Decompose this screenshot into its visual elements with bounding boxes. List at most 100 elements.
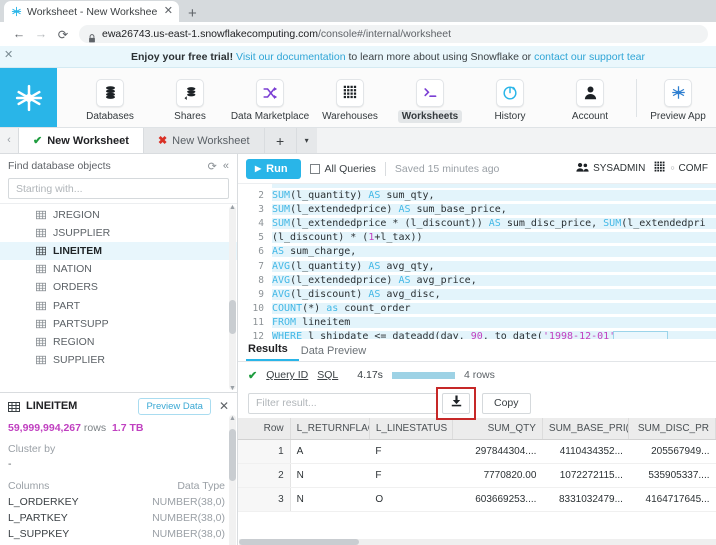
tok: AS [398, 274, 411, 286]
col-l-returnflag[interactable]: L_RETURNFLAG [290, 418, 370, 440]
add-worksheet-button[interactable]: + [264, 128, 297, 153]
nav-label: Data Marketplace [230, 110, 310, 122]
nav-item-worksheets[interactable]: Worksheets [390, 73, 470, 123]
detail-table-name: LINEITEM [26, 400, 78, 412]
tree-item-lineitem[interactable]: LINEITEM [0, 242, 237, 261]
tok: sum_disc_price, [500, 217, 604, 229]
col-sum-base-price[interactable]: SUM_BASE_PRI( [542, 418, 630, 440]
run-button[interactable]: ▶ Run [246, 158, 301, 179]
editor-scrolled-line-stub [272, 184, 716, 188]
nav-item-history[interactable]: History [470, 73, 550, 123]
tree-scroll-down-icon[interactable]: ▼ [228, 385, 237, 392]
cell-row-number: 3 [238, 487, 291, 512]
snowflake-logo[interactable] [0, 68, 57, 127]
new-tab-button[interactable]: + [179, 6, 206, 22]
tab-data-preview[interactable]: Data Preview [299, 345, 375, 361]
line-code: AVG(l_extendedprice) AS avg_price, [272, 274, 716, 286]
nav-item-account[interactable]: Account [550, 73, 630, 123]
role-selector[interactable]: SYSADMIN [576, 162, 645, 176]
tree-scrollbar-thumb[interactable] [229, 300, 236, 334]
forward-icon[interactable]: → [30, 23, 52, 45]
col-row[interactable]: Row [238, 418, 291, 440]
line-code: COUNT(*) as count_order [272, 303, 716, 315]
tok: AS [368, 189, 381, 201]
line-code: (l_discount) * (1+l_tax)) [272, 232, 716, 244]
line-number: 11 [252, 317, 264, 329]
filter-result-input[interactable]: Filter result... [248, 392, 438, 414]
line-number: 4 [258, 217, 264, 229]
worksheet-tab-1[interactable]: ✔ New Worksheet [18, 127, 144, 153]
warehouse-selector[interactable]: ○ COMF [654, 161, 708, 176]
detail-scroll-up-icon[interactable]: ▲ [228, 415, 237, 422]
collapse-icon[interactable]: « [223, 160, 229, 172]
code-line: 11 FROM lineitem [238, 316, 716, 330]
table-row[interactable]: 3 N O 603669253.... 8331032479... 416471… [238, 487, 716, 512]
tok: COUNT [272, 303, 303, 315]
tok: AS [368, 288, 381, 300]
banner-support-link[interactable]: contact our support tear [534, 51, 645, 63]
worksheet-tab-bar: ‹ ✔ New Worksheet ✖ New Worksheet + ▾ [0, 127, 716, 154]
close-tab-icon[interactable]: ✕ [162, 6, 173, 17]
worksheet-tab-2[interactable]: ✖ New Worksheet [143, 128, 265, 153]
line-code: AVG(l_quantity) AS avg_qty, [272, 260, 716, 272]
table-icon [8, 400, 20, 412]
address-bar[interactable]: ewa26743.us-east-1.snowflakecomputing.co… [79, 25, 708, 43]
refresh-icon[interactable]: ⟳ [208, 160, 217, 173]
reload-icon[interactable]: ⟳ [52, 23, 74, 45]
tree-item-label: ORDERS [53, 281, 98, 294]
tree-item-nation[interactable]: NATION [0, 260, 237, 278]
nav-item-databases[interactable]: Databases [70, 73, 150, 123]
tree-item-jregion[interactable]: JREGION [0, 206, 237, 224]
nav-item-warehouses[interactable]: Warehouses [310, 73, 390, 123]
tree-item-jsupplier[interactable]: JSUPPLIER [0, 224, 237, 242]
tok: (l_discount) [290, 288, 369, 300]
cell-l-returnflag: N [290, 487, 370, 512]
table-row[interactable]: 1 A F 297844304.... 4110434352... 205567… [238, 439, 716, 464]
col-sum-qty[interactable]: SUM_QTY [452, 418, 543, 440]
cell-row-number: 2 [238, 463, 291, 488]
col-l-linestatus[interactable]: L_LINESTATUS [369, 418, 454, 440]
sql-link[interactable]: SQL [317, 369, 338, 381]
tree-item-orders[interactable]: ORDERS [0, 278, 237, 296]
banner-doc-link[interactable]: Visit our documentation [236, 51, 346, 63]
col-sum-disc-price[interactable]: SUM_DISC_PR [628, 418, 716, 440]
query-id-link[interactable]: Query ID [266, 369, 308, 381]
tree-item-part[interactable]: PART [0, 296, 237, 314]
preview-data-button[interactable]: Preview Data [138, 397, 211, 415]
tree-scroll-up-icon[interactable]: ▲ [228, 204, 237, 211]
nav-item-data-marketplace[interactable]: Data Marketplace [230, 73, 310, 123]
success-check-icon: ✔ [248, 369, 258, 382]
copy-button[interactable]: Copy [482, 392, 531, 414]
cell-sum-qty: 7770820.00 [452, 463, 543, 488]
tree-scrollbar-track[interactable] [229, 206, 236, 390]
detail-close-icon[interactable]: ✕ [217, 399, 229, 413]
browser-tab[interactable]: Worksheet - New Worksheet (1/1 ✕ [4, 1, 179, 22]
back-icon[interactable]: ← [8, 23, 30, 45]
tok: avg_disc, [380, 288, 441, 300]
tok: (l_extendedprice) [290, 203, 399, 215]
banner-close-icon[interactable]: ✕ [4, 50, 13, 61]
cell-l-linestatus: O [369, 487, 453, 512]
nav-item-preview-app[interactable]: Preview App [643, 73, 713, 123]
nav-label: Worksheets [397, 109, 463, 123]
results-hscrollbar-thumb[interactable] [239, 539, 359, 545]
tree-item-partsupp[interactable]: PARTSUPP [0, 315, 237, 333]
tree-item-label: PARTSUPP [53, 317, 109, 330]
worksheet-prev-icon[interactable]: ‹ [0, 127, 18, 153]
table-row[interactable]: 2 N F 7770820.00 1072272115... 535905337… [238, 463, 716, 488]
tab-results[interactable]: Results [246, 343, 299, 361]
all-queries-checkbox[interactable]: All Queries [309, 163, 376, 175]
object-search-input[interactable]: Starting with... [8, 178, 229, 199]
tree-item-region[interactable]: REGION [0, 333, 237, 351]
checkbox-icon[interactable] [309, 163, 320, 174]
error-x-icon: ✖ [157, 135, 168, 147]
nav-item-shares[interactable]: Shares [150, 73, 230, 123]
detail-scrollbar-thumb[interactable] [229, 429, 236, 481]
sql-editor[interactable]: 2 SUM(l_quantity) AS sum_qty, 3 SUM(l_exte… [238, 184, 716, 339]
tree-item-supplier[interactable]: SUPPLIER [0, 351, 237, 369]
worksheet-dropdown-icon[interactable]: ▾ [296, 128, 317, 153]
tree-item-label: JREGION [53, 209, 100, 222]
detail-columns-header-row: Columns Data Type [0, 470, 237, 494]
banner-text: Enjoy your free trial! Visit our documen… [71, 51, 645, 63]
results-hscrollbar-track[interactable] [239, 539, 716, 545]
